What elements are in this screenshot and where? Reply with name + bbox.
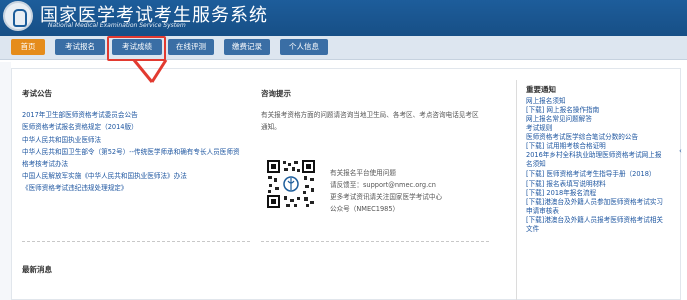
scroll-indicator-icon[interactable]: ‹ bbox=[679, 147, 682, 155]
site-header: 国家医学考试考生服务系统 National Medical Examinatio… bbox=[0, 0, 687, 36]
notice-link[interactable]: [下载] 试用期考核合格证明 bbox=[526, 142, 606, 151]
notice-link[interactable]: 医师资格考试医学综合笔试分数的公告 bbox=[526, 133, 638, 142]
consult-title: 咨询提示 bbox=[261, 89, 291, 98]
notice-link[interactable]: [下载]港澳台及外籍人员参加医师资格考试实习 bbox=[526, 198, 663, 207]
site-logo-icon bbox=[3, 1, 33, 31]
notice-link[interactable]: [下载] 网上报名操作指南 bbox=[526, 106, 599, 115]
contact-text: 更多考试资讯请关注国家医学考试中心 bbox=[330, 193, 443, 201]
contact-email-text: 请反馈至：support@nmec.org.cn bbox=[330, 181, 436, 189]
news-title: 最新消息 bbox=[22, 265, 52, 274]
nav-online-assessment[interactable]: 在线评测 bbox=[168, 39, 214, 55]
notice-link-continued[interactable]: 名须知 bbox=[526, 160, 546, 169]
nav-home[interactable]: 首页 bbox=[11, 39, 45, 55]
notice-link[interactable]: 网上报名须知 bbox=[526, 97, 566, 106]
consult-text: 有关报考资格方面的问题请咨询当地卫生局、各考区、考点咨询电话见考区 bbox=[261, 111, 479, 119]
notice-link-continued[interactable]: 文件 bbox=[526, 225, 539, 234]
contact-text: 有关报名平台使用问题 bbox=[330, 169, 396, 177]
notice-link-continued[interactable]: 申请审核表 bbox=[526, 207, 559, 216]
announcement-link[interactable]: 医师资格考试报名资格规定（2014版） bbox=[22, 123, 138, 132]
column-divider bbox=[516, 80, 517, 300]
notice-link[interactable]: 2016年乡村全科执业助理医师资格考试网上报 bbox=[526, 151, 661, 160]
announcement-link-continued[interactable]: 格考核考试办法 bbox=[22, 160, 68, 169]
announcement-link[interactable]: 《医师资格考试违纪违规处理规定》 bbox=[22, 184, 128, 193]
announcement-link[interactable]: 中华人民共和国卫生部令（第52号）--传统医学师承和确有专长人员医师资 bbox=[22, 148, 240, 157]
consult-text-continued: 通知。 bbox=[261, 123, 281, 131]
contact-text: 公众号（NMEC1985） bbox=[330, 205, 400, 213]
nav-personal-info[interactable]: 个人信息 bbox=[280, 39, 328, 55]
notice-link[interactable]: 考试规则 bbox=[526, 124, 552, 133]
nav-exam-registration[interactable]: 考试报名 bbox=[55, 39, 105, 55]
announcements-divider bbox=[22, 241, 250, 242]
main-nav: 首页 考试报名 考试成绩 在线评测 缴费记录 个人信息 bbox=[0, 36, 687, 60]
announcement-link[interactable]: 中国人民解放军实施《中华人民共和国执业医师法》办法 bbox=[22, 172, 187, 181]
notice-link[interactable]: 网上报名常见问题解答 bbox=[526, 115, 592, 124]
qr-code-icon bbox=[266, 159, 316, 209]
announcements-title: 考试公告 bbox=[22, 89, 52, 98]
notice-link[interactable]: [下载] 2018年报名流程 bbox=[526, 189, 596, 198]
consult-divider bbox=[261, 241, 489, 242]
notice-link[interactable]: [下载]港澳台及外籍人员报考医师资格考试相关 bbox=[526, 216, 663, 225]
notice-link[interactable]: [下载] 报名表填写说明材料 bbox=[526, 180, 606, 189]
announcement-link[interactable]: 中华人民共和国执业医师法 bbox=[22, 136, 101, 145]
nav-payment-records[interactable]: 缴费记录 bbox=[224, 39, 270, 55]
arrow-icon bbox=[132, 59, 168, 83]
page-background bbox=[0, 62, 11, 300]
site-subtitle: National Medical Examination Service Sys… bbox=[48, 22, 186, 29]
important-title: 重要通知 bbox=[526, 85, 556, 94]
notice-link[interactable]: [下载] 医师资格考试考生指导手册（2018） bbox=[526, 170, 656, 179]
announcement-link[interactable]: 2017年卫生部医师资格考试委员会公告 bbox=[22, 111, 138, 120]
